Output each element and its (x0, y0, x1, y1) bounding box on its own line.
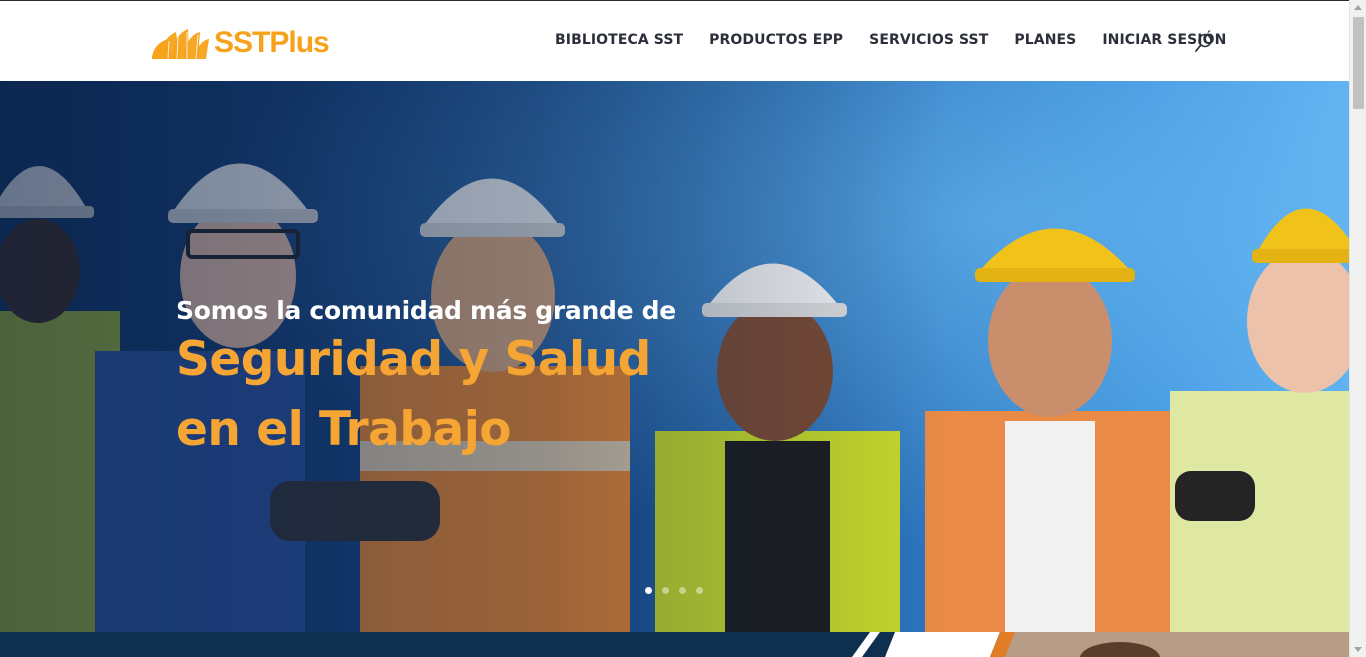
sun-fan-logo-icon (152, 29, 209, 60)
nav-item-planes[interactable]: PLANES (1014, 32, 1076, 48)
nav-item-servicios[interactable]: SERVICIOS SST (869, 32, 988, 48)
hero-title-line-2: en el Trabajo (176, 402, 512, 457)
nav-item-biblioteca[interactable]: BIBLIOTECA SST (555, 32, 683, 48)
logo[interactable]: SSTPlus (148, 23, 338, 63)
page-scrollbar[interactable] (1349, 0, 1366, 657)
hero-text-block: Somos la comunidad más grande de Segurid… (176, 296, 676, 465)
section-divider-graphic (852, 632, 1349, 657)
slider-dot-2[interactable] (662, 587, 669, 594)
search-button[interactable] (1195, 33, 1213, 53)
slider-dot-3[interactable] (679, 587, 686, 594)
slider-dots (645, 587, 713, 594)
slider-dot-1[interactable] (645, 587, 652, 594)
slider-dot-4[interactable] (696, 587, 703, 594)
next-section-preview (0, 632, 1349, 657)
search-icon (1195, 33, 1212, 52)
hero-slider: Somos la comunidad más grande de Segurid… (0, 81, 1349, 632)
logo-wordmark: SSTPlus (214, 26, 330, 59)
scroll-up-arrow-icon[interactable] (1354, 5, 1362, 10)
nav-item-productos[interactable]: PRODUCTOS EPP (709, 32, 843, 48)
scrollbar-thumb[interactable] (1353, 17, 1364, 109)
main-nav: BIBLIOTECA SST PRODUCTOS EPP SERVICIOS S… (555, 32, 1252, 48)
scroll-down-arrow-icon[interactable] (1354, 647, 1362, 652)
hero-subtitle: Somos la comunidad más grande de (176, 296, 676, 325)
hero-title-line-1: Seguridad y Salud (176, 332, 651, 387)
site-header: SSTPlus BIBLIOTECA SST PRODUCTOS EPP SER… (0, 0, 1349, 81)
